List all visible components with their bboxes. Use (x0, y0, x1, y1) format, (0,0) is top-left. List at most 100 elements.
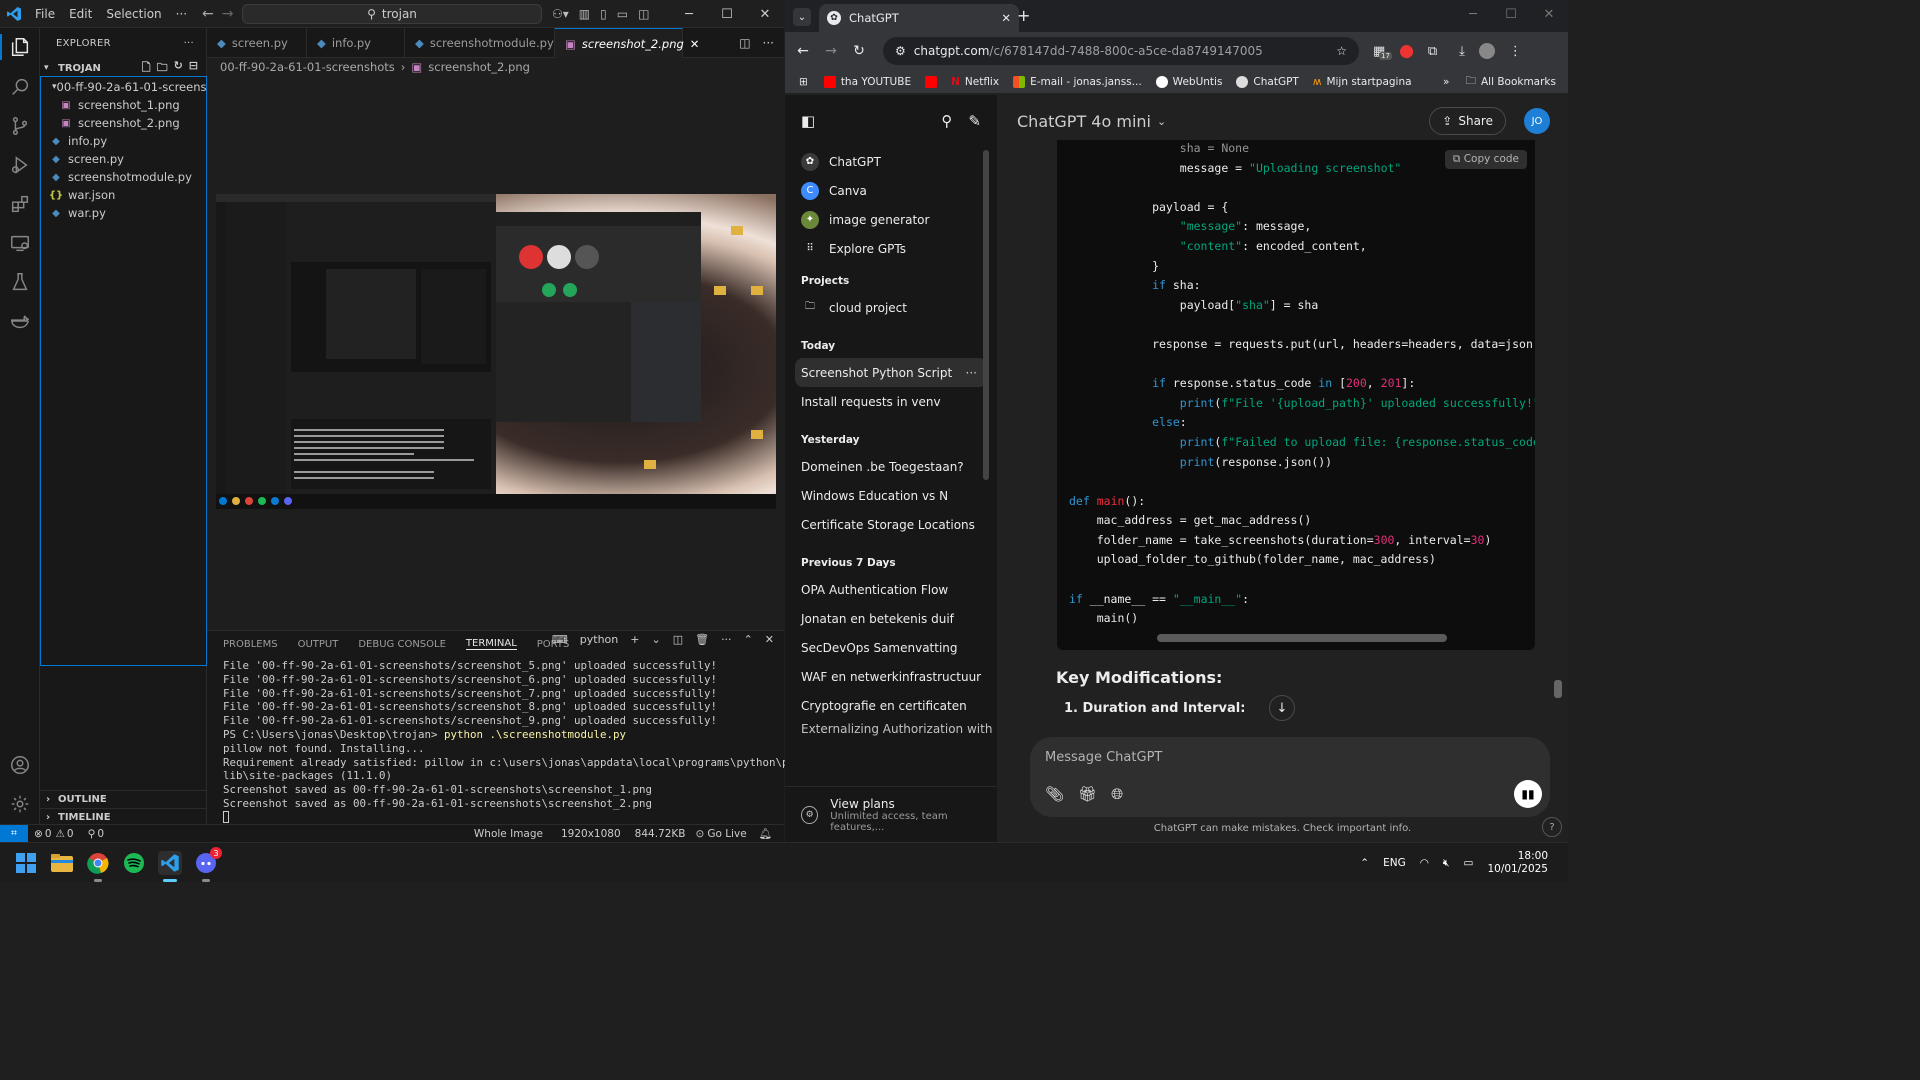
bookmark-youtube[interactable]: tha YOUTUBE (823, 75, 911, 88)
outline-section[interactable]: › OUTLINE (40, 790, 207, 808)
extensions-puzzle-icon[interactable]: ⧉ (1428, 44, 1437, 59)
remote-indicator-icon[interactable]: ⌗ (0, 824, 28, 843)
terminal-shell-label[interactable]: python (580, 633, 618, 646)
tree-file[interactable]: {} war.json (40, 186, 206, 204)
minimize-icon[interactable]: ─ (1454, 0, 1492, 28)
back-icon[interactable]: ← (789, 43, 817, 59)
search-icon[interactable] (0, 68, 40, 106)
sidebar-scrollbar[interactable] (983, 150, 989, 480)
toggle-panel-icon[interactable]: ▭ (617, 7, 628, 21)
bell-icon[interactable]: 🔔︎ (759, 827, 772, 840)
code-horizontal-scrollbar[interactable] (1157, 634, 1447, 642)
share-button[interactable]: ⇪ Share (1429, 107, 1506, 135)
chat-item[interactable]: OPA Authentication Flow (785, 575, 997, 604)
more-actions-icon[interactable]: ··· (721, 633, 732, 646)
chrome-menu-icon[interactable]: ⋮ (1509, 44, 1522, 59)
minimize-icon[interactable]: ─ (670, 0, 708, 28)
errors-count[interactable]: 0 (45, 828, 52, 840)
chat-options-icon[interactable]: ··· (966, 366, 977, 380)
attach-icon[interactable]: 📎︎ (1045, 785, 1064, 803)
clock[interactable]: 18:00 10/01/2025 (1487, 850, 1548, 876)
vscode-taskbar-icon[interactable] (158, 851, 182, 875)
user-avatar[interactable]: JO (1524, 108, 1550, 134)
close-tab-icon[interactable]: ✕ (1001, 11, 1011, 25)
split-editor-icon[interactable]: ◫ (739, 36, 750, 50)
tab-output[interactable]: OUTPUT (298, 639, 339, 650)
chat-item[interactable]: Install requests in venv (785, 387, 997, 416)
close-icon[interactable]: ✕ (746, 0, 784, 28)
new-folder-icon[interactable]: 🗀 (157, 59, 168, 78)
docker-icon[interactable] (0, 302, 40, 340)
profile-avatar[interactable] (1478, 43, 1495, 59)
chat-item[interactable]: Domeinen .be Toegestaan? (785, 452, 997, 481)
extension-icon[interactable]: ▦ 17 (1373, 44, 1392, 60)
tab-info-py[interactable]: ◆ info.py (307, 28, 405, 58)
chat-item[interactable]: Screenshot Python Script ··· (795, 358, 987, 387)
nav-canva[interactable]: C Canva (785, 176, 997, 205)
customize-layout-icon[interactable]: ▥ (579, 7, 590, 21)
wifi-icon[interactable]: ◠ (1420, 857, 1429, 869)
toggle-sidebar-icon[interactable]: ◧ (801, 112, 815, 130)
chat-item[interactable]: Certificate Storage Locations (785, 510, 997, 539)
chrome-tab-chatgpt[interactable]: ✿ ChatGPT ✕ (819, 4, 1019, 32)
warnings-icon[interactable]: ⚠ (56, 828, 65, 840)
go-live-icon[interactable]: ⊙ (696, 828, 705, 840)
tree-file[interactable]: ◆ info.py (40, 132, 206, 150)
chat-item[interactable]: Jonatan en betekenis duif (785, 604, 997, 633)
toggle-secondary-sidebar-icon[interactable]: ◫ (638, 7, 649, 21)
message-input[interactable]: Message ChatGPT (1045, 750, 1162, 765)
code-block[interactable]: ⧉ Copy code sha = None message = "Upload… (1057, 140, 1535, 650)
help-icon[interactable]: ? (1542, 817, 1562, 837)
accounts-icon[interactable] (0, 746, 40, 784)
menu-more-icon[interactable]: ··· (169, 0, 194, 28)
maximize-icon[interactable]: ☐ (708, 0, 746, 28)
new-tab-icon[interactable]: + (1017, 6, 1030, 25)
chat-item[interactable]: Externalizing Authorization with ( (785, 720, 997, 738)
project-cloud[interactable]: 🗀 cloud project (785, 293, 997, 322)
tab-screenshot-2-png[interactable]: ▣ screenshot_2.png ✕ (555, 28, 699, 58)
model-selector[interactable]: ChatGPT 4o mini (1017, 112, 1151, 131)
discord-icon[interactable]: 3 (194, 847, 222, 875)
tree-file[interactable]: ◆ screenshotmodule.py (40, 168, 206, 186)
apps-grid-icon[interactable]: ⊞ (799, 76, 808, 88)
tree-file[interactable]: ◆ war.py (40, 204, 206, 222)
nav-explore-gpts[interactable]: ⠿ Explore GPTs (785, 234, 997, 263)
tab-screenshotmodule-py[interactable]: ◆ screenshotmodule.py (405, 28, 555, 58)
breadcrumb-folder[interactable]: 00-ff-90-2a-61-01-screenshots (220, 60, 395, 74)
bookmark-mijn-startpagina[interactable]: ʍ Mijn startpagina (1313, 76, 1412, 88)
scroll-down-button[interactable]: ↓ (1269, 695, 1295, 721)
chat-item[interactable]: Windows Education vs N (785, 481, 997, 510)
tab-search-chevron-icon[interactable]: ⌄ (793, 8, 811, 26)
bookmark-email[interactable]: E-mail - jonas.janss... (1013, 75, 1142, 88)
maximize-panel-icon[interactable]: ⌃ (744, 633, 753, 646)
bookmark-webuntis[interactable]: WebUntis (1155, 75, 1222, 88)
message-composer[interactable]: Message ChatGPT 📎︎ 🎁︎ 🌐︎ ▮▮ (1030, 737, 1550, 817)
split-terminal-icon[interactable]: ◫ (673, 633, 683, 646)
folder-trojan[interactable]: ▾ TROJAN 🗋 🗀 ↻ ⊟ (40, 58, 206, 78)
more-actions-icon[interactable]: ··· (184, 38, 194, 49)
chevron-down-icon[interactable]: ⌄ (1157, 115, 1166, 128)
forward-arrow-icon[interactable]: → (222, 6, 234, 22)
chat-item[interactable]: Cryptografie en certificaten (785, 691, 997, 720)
tab-problems[interactable]: PROBLEMS (223, 639, 278, 650)
terminal-output[interactable]: File '00-ff-90-2a-61-01-screenshots/scre… (223, 659, 847, 827)
more-actions-icon[interactable]: ··· (763, 36, 774, 50)
more-bookmarks-icon[interactable]: » (1443, 76, 1449, 88)
menu-file[interactable]: File (28, 0, 62, 28)
download-icon[interactable]: ⤓ (1459, 44, 1465, 59)
tab-debug-console[interactable]: DEBUG CONSOLE (358, 639, 446, 650)
bookmark-netflix[interactable]: N Netflix (951, 76, 999, 88)
view-plans-button[interactable]: ⚙ View plans Unlimited access, team featu… (785, 786, 997, 842)
tree-file[interactable]: ▣ screenshot_2.png (40, 114, 206, 132)
tree-file[interactable]: ▣ screenshot_1.png (40, 96, 206, 114)
volume-muted-icon[interactable]: 🔇︎ (1443, 857, 1450, 870)
tree-file[interactable]: ◆ screen.py (40, 150, 206, 168)
all-bookmarks[interactable]: 🗀 All Bookmarks (1465, 73, 1556, 91)
close-panel-icon[interactable]: ✕ (765, 633, 774, 646)
new-file-icon[interactable]: 🗋 (142, 59, 151, 78)
site-info-icon[interactable]: ⚙ (895, 44, 906, 58)
windows-start-icon[interactable] (14, 851, 38, 875)
nav-chatgpt[interactable]: ✿ ChatGPT (785, 147, 997, 176)
menu-selection[interactable]: Selection (99, 0, 168, 28)
copilot-icon[interactable]: ⚇▾ (552, 7, 569, 21)
